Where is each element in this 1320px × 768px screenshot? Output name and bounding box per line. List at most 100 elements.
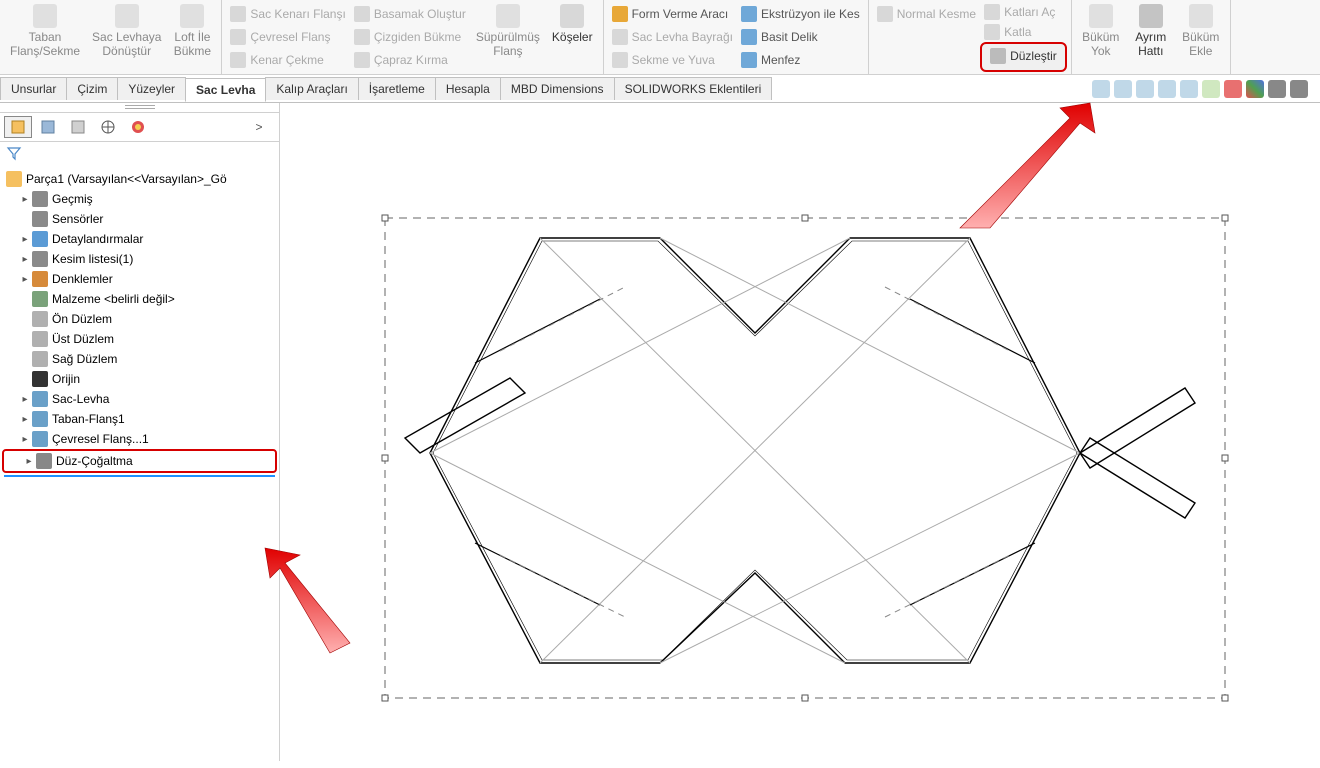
panel-expand-button[interactable]: > — [245, 116, 273, 138]
koseler-button[interactable]: Köşeler — [546, 2, 599, 72]
tree-item--st-d-zlem[interactable]: Üst Düzlem — [0, 329, 279, 349]
caret-icon[interactable]: ▸ — [20, 194, 30, 205]
loft-ile-icon — [180, 4, 204, 28]
prev-view-icon[interactable] — [1136, 80, 1154, 98]
tree-item-taban-flan-1[interactable]: ▸ Taban-Flanş1 — [0, 409, 279, 429]
tree-item-malzeme-belirli-de-il-[interactable]: Malzeme <belirli değil> — [0, 289, 279, 309]
sac-kenari-button[interactable]: Sac Kenarı Flanşı — [226, 4, 349, 24]
bukum-yok-button[interactable]: Büküm Yok — [1076, 2, 1126, 72]
panel-grip-icon[interactable] — [125, 105, 155, 109]
tab-hesapla[interactable]: Hesapla — [435, 77, 501, 100]
taban-flans-icon — [33, 4, 57, 28]
duzlestir-highlight: Düzleştir — [980, 42, 1067, 72]
tree-item-label: Taban-Flanş1 — [52, 412, 125, 426]
cizgiden-button[interactable]: Çizgiden Bükme — [350, 27, 470, 47]
bukum-ekle-icon — [1189, 4, 1213, 28]
sac-kenari-icon — [230, 6, 246, 22]
tree-item-ge-mi-[interactable]: ▸ Geçmiş — [0, 189, 279, 209]
menfez-button[interactable]: Menfez — [737, 50, 864, 70]
tab-cizim[interactable]: Çizim — [66, 77, 118, 100]
tree-item-icon — [32, 291, 48, 307]
tree-item--evresel-flan-1[interactable]: ▸Çevresel Flanş...1 — [0, 429, 279, 449]
normal-kesme-button[interactable]: Normal Kesme — [873, 4, 980, 24]
ayrim-hatti-button[interactable]: Ayrım Hattı — [1126, 2, 1176, 72]
taban-flans-button[interactable]: Taban Flanş/Sekme — [4, 2, 86, 72]
tree-item-kesim-listesi-1-[interactable]: ▸Kesim listesi(1) — [0, 249, 279, 269]
capraz-button[interactable]: Çapraz Kırma — [350, 50, 470, 70]
form-verme-button[interactable]: Form Verme Aracı — [608, 4, 737, 24]
tree-item-icon — [32, 371, 48, 387]
tree-item-denklemler[interactable]: ▸Denklemler — [0, 269, 279, 289]
config-manager-tab[interactable] — [64, 116, 92, 138]
tree-root-label: Parça1 (Varsayılan<<Varsayılan>_Gö — [26, 172, 227, 186]
appearance-icon[interactable] — [1246, 80, 1264, 98]
sekme-yuva-button[interactable]: Sekme ve Yuva — [608, 50, 737, 70]
zoom-area-icon[interactable] — [1114, 80, 1132, 98]
katlari-ac-button[interactable]: Katları Aç — [980, 2, 1067, 22]
cevresel-button[interactable]: Çevresel Flanş — [226, 27, 349, 47]
tree-item-sac-levha[interactable]: ▸ Sac-Levha — [0, 389, 279, 409]
tree-item-orijin[interactable]: Orijin — [0, 369, 279, 389]
tab-kalip[interactable]: Kalıp Araçları — [265, 77, 358, 100]
bukum-ekle-button[interactable]: Büküm Ekle — [1176, 2, 1226, 72]
dimxpert-tab[interactable] — [94, 116, 122, 138]
katla-button[interactable]: Katla — [980, 22, 1067, 42]
supurulmus-button[interactable]: Süpürülmüş Flanş — [470, 2, 546, 72]
display-style-icon[interactable] — [1202, 80, 1220, 98]
sac-levhaya-button[interactable]: Sac Levhaya Dönüştür — [86, 2, 167, 72]
tree-item-label: Sac-Levha — [52, 392, 109, 406]
graphics-viewport[interactable] — [280, 103, 1320, 761]
caret-icon[interactable]: ▸ — [20, 434, 30, 445]
koseler-label: Köşeler — [552, 30, 593, 44]
tab-isaretleme[interactable]: İşaretleme — [358, 77, 436, 100]
sac-levha-bayragi-button[interactable]: Sac Levha Bayrağı — [608, 27, 737, 47]
view-settings-icon[interactable] — [1290, 80, 1308, 98]
sidebar-tabs: > — [0, 113, 279, 142]
caret-icon[interactable]: ▸ — [20, 274, 30, 285]
bukum-ekle-label: Büküm Ekle — [1182, 30, 1219, 59]
basamak-button[interactable]: Basamak Oluştur — [350, 4, 470, 24]
supurulmus-icon — [496, 4, 520, 28]
tree-item-icon — [32, 191, 48, 207]
bukum-yok-label: Büküm Yok — [1082, 30, 1119, 59]
kenar-cekme-button[interactable]: Kenar Çekme — [226, 50, 349, 70]
tab-mbd[interactable]: MBD Dimensions — [500, 77, 615, 100]
caret-icon[interactable]: ▸ — [20, 414, 30, 425]
tree-root[interactable]: Parça1 (Varsayılan<<Varsayılan>_Gö — [0, 169, 279, 189]
tree-item-d-z-o-altma[interactable]: ▸Düz-Çoğaltma — [2, 449, 277, 473]
property-manager-tab[interactable] — [34, 116, 62, 138]
ayrim-hatti-label: Ayrım Hattı — [1135, 30, 1166, 59]
duzlestir-button[interactable]: Düzleştir — [986, 46, 1061, 66]
ribbon-group-base: Taban Flanş/Sekme Sac Levhaya Dönüştür L… — [0, 0, 222, 74]
display-manager-tab[interactable] — [124, 116, 152, 138]
tree-item-icon — [32, 231, 48, 247]
tab-sac-levha[interactable]: Sac Levha — [185, 78, 266, 102]
tab-eklentiler[interactable]: SOLIDWORKS Eklentileri — [614, 77, 773, 100]
tree-item--n-d-zlem[interactable]: Ön Düzlem — [0, 309, 279, 329]
ekstruzyon-button[interactable]: Ekstrüzyon ile Kes — [737, 4, 864, 24]
filter-icon[interactable] — [6, 145, 22, 161]
tree-item-sa-d-zlem[interactable]: Sağ Düzlem — [0, 349, 279, 369]
tab-yuzeyler[interactable]: Yüzeyler — [117, 77, 186, 100]
caret-icon[interactable]: ▸ — [24, 456, 34, 467]
scene-icon[interactable] — [1268, 80, 1286, 98]
ribbon-group-flange: Sac Kenarı Flanşı Çevresel Flanş Kenar Ç… — [222, 0, 603, 74]
cizgiden-icon — [354, 29, 370, 45]
section-view-icon[interactable] — [1158, 80, 1176, 98]
filter-row — [0, 142, 279, 167]
feature-tree-tab[interactable] — [4, 116, 32, 138]
katlari-ac-icon — [984, 4, 1000, 20]
tree-item-label: Geçmiş — [52, 192, 93, 206]
hide-show-icon[interactable] — [1224, 80, 1242, 98]
caret-icon[interactable]: ▸ — [20, 254, 30, 265]
basit-delik-button[interactable]: Basit Delik — [737, 27, 864, 47]
tree-item-sens-rler[interactable]: Sensörler — [0, 209, 279, 229]
katla-icon — [984, 24, 1000, 40]
loft-ile-button[interactable]: Loft İle Bükme — [167, 2, 217, 72]
zoom-fit-icon[interactable] — [1092, 80, 1110, 98]
caret-icon[interactable]: ▸ — [20, 394, 30, 405]
tree-item-detayland-rmalar[interactable]: ▸Detaylandırmalar — [0, 229, 279, 249]
caret-icon[interactable]: ▸ — [20, 234, 30, 245]
tab-unsurlar[interactable]: Unsurlar — [0, 77, 67, 100]
view-orientation-icon[interactable] — [1180, 80, 1198, 98]
